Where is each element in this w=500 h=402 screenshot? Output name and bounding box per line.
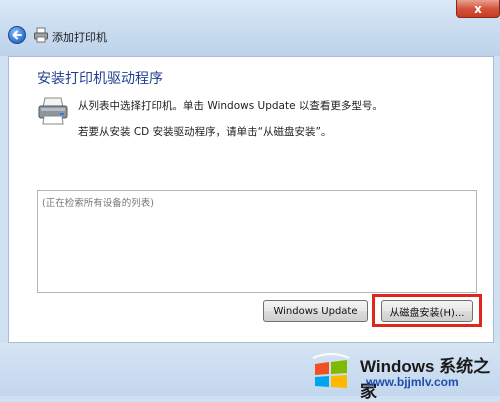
windows-update-button[interactable]: Windows Update <box>263 300 368 322</box>
windows-logo-icon <box>312 353 350 388</box>
page-heading: 安装打印机驱动程序 <box>37 71 163 87</box>
instruction-text: 从列表中选择打印机。单击 Windows Update 以查看更多型号。 <box>78 100 383 112</box>
list-placeholder: (正在检索所有设备的列表) <box>42 198 154 209</box>
watermark-url: www.bjjmlv.com <box>366 375 459 389</box>
device-list[interactable]: (正在检索所有设备的列表) <box>37 190 477 293</box>
printer-icon <box>34 27 48 43</box>
highlight-box <box>372 294 482 327</box>
instruction-text-cd: 若要从安装 CD 安装驱动程序，请单击“从磁盘安装”。 <box>78 126 332 138</box>
window-title: 添加打印机 <box>52 31 107 44</box>
close-button[interactable]: x <box>456 0 500 18</box>
title-bar: x 添加打印机 <box>0 0 500 56</box>
back-button[interactable] <box>8 26 26 44</box>
printer-icon <box>38 97 68 125</box>
back-arrow-icon <box>12 30 22 40</box>
